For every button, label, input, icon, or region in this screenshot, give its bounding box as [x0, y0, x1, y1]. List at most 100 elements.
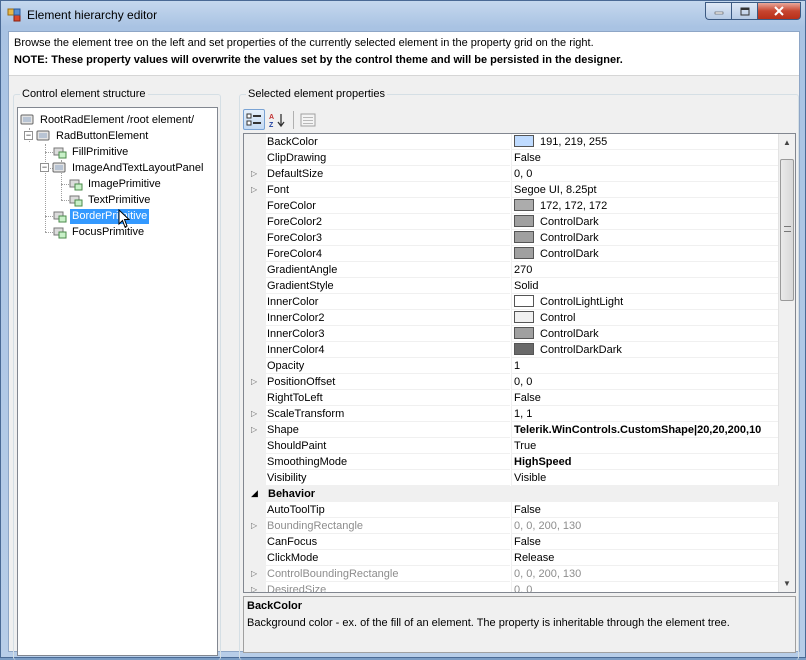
tree-node-label: ImageAndTextLayoutPanel	[72, 161, 204, 174]
property-value[interactable]: 1	[511, 358, 780, 374]
property-row[interactable]: ▷ PositionOffset 0, 0	[244, 374, 780, 390]
property-row[interactable]: InnerColor ControlLightLight	[244, 294, 780, 310]
expand-triangle-icon[interactable]: ▷	[251, 377, 257, 386]
property-row[interactable]: InnerColor4 ControlDarkDark	[244, 342, 780, 358]
property-value[interactable]: True	[511, 438, 780, 454]
property-row[interactable]: GradientStyle Solid	[244, 278, 780, 294]
title-bar[interactable]: Element hierarchy editor	[1, 1, 805, 31]
property-value[interactable]: 191, 219, 255	[511, 134, 780, 150]
property-row[interactable]: InnerColor3 ControlDark	[244, 326, 780, 342]
row-gutter	[244, 534, 266, 550]
property-value[interactable]: 172, 172, 172	[511, 198, 780, 214]
property-value[interactable]: 0, 0, 200, 130	[511, 518, 780, 534]
tree-node[interactable]: RootRadElement /root element/	[20, 112, 196, 128]
tree-node[interactable]: ImagePrimitive	[68, 176, 163, 192]
properties-group: Selected element properties A Z ▷ Desire…	[239, 88, 799, 660]
property-value[interactable]: 270	[511, 262, 780, 278]
property-value[interactable]: Control	[511, 310, 780, 326]
property-row[interactable]: RightToLeft False	[244, 390, 780, 406]
tree-collapse-toggle[interactable]: −	[40, 163, 49, 172]
property-value[interactable]: ControlDark	[511, 230, 780, 246]
property-row[interactable]: ▷ ControlBoundingRectangle 0, 0, 200, 130	[244, 566, 780, 582]
property-value[interactable]: Segoe UI, 8.25pt	[511, 182, 780, 198]
tree-node[interactable]: BorderPrimitive	[52, 208, 150, 224]
property-row[interactable]: Opacity 1	[244, 358, 780, 374]
property-name: DesiredSize	[266, 582, 510, 592]
property-row[interactable]: ▷ ScaleTransform 1, 1	[244, 406, 780, 422]
property-row[interactable]: ShouldPaint True	[244, 438, 780, 454]
property-value[interactable]: Solid	[511, 278, 780, 294]
property-value[interactable]: ControlDarkDark	[511, 342, 780, 358]
tree-collapse-toggle[interactable]: −	[24, 131, 33, 140]
expand-triangle-icon[interactable]: ▷	[251, 169, 257, 178]
property-value[interactable]: Visible	[511, 470, 780, 486]
property-row[interactable]: GradientAngle 270	[244, 262, 780, 278]
categorized-button[interactable]	[243, 109, 265, 130]
expand-triangle-icon[interactable]: ▷	[251, 585, 257, 592]
property-row[interactable]: ClipDrawing False	[244, 150, 780, 166]
property-value[interactable]: 0, 0	[511, 374, 780, 390]
maximize-button[interactable]	[731, 2, 757, 20]
minimize-button[interactable]	[705, 2, 731, 20]
tree-node-label: RadButtonElement	[56, 129, 149, 142]
tree-node[interactable]: TextPrimitive	[68, 192, 152, 208]
property-value[interactable]: False	[511, 150, 780, 166]
row-gutter: ▷	[244, 566, 266, 582]
expand-triangle-icon[interactable]: ▷	[251, 521, 257, 530]
tree-node[interactable]: FillPrimitive	[52, 144, 130, 160]
scroll-up-button[interactable]: ▲	[779, 134, 795, 151]
property-value[interactable]: ControlLightLight	[511, 294, 780, 310]
property-value[interactable]: False	[511, 534, 780, 550]
property-value[interactable]: False	[511, 502, 780, 518]
property-value[interactable]: ControlDark	[511, 326, 780, 342]
property-row[interactable]: ▷ DefaultSize 0, 0	[244, 166, 780, 182]
property-row[interactable]: AutoToolTip False	[244, 502, 780, 518]
property-value[interactable]: 0, 0	[511, 166, 780, 182]
property-grid[interactable]: ▷ DesiredSize 0, 0 ▷ ControlBoundingRectangl…	[243, 133, 796, 593]
property-value[interactable]: False	[511, 390, 780, 406]
property-value[interactable]: Release	[511, 550, 780, 566]
tree-node[interactable]: FocusPrimitive	[52, 224, 146, 240]
property-row[interactable]: ForeColor3 ControlDark	[244, 230, 780, 246]
property-row[interactable]: InnerColor2 Control	[244, 310, 780, 326]
property-value[interactable]: 1, 1	[511, 406, 780, 422]
property-row[interactable]: ▷ Font Segoe UI, 8.25pt	[244, 182, 780, 198]
svg-text:Z: Z	[269, 122, 274, 128]
property-row[interactable]: ForeColor2 ControlDark	[244, 214, 780, 230]
tree-node[interactable]: RadButtonElement	[36, 128, 150, 144]
scroll-thumb[interactable]	[780, 159, 794, 301]
property-row[interactable]: CanFocus False	[244, 534, 780, 550]
property-row[interactable]: ▷ DesiredSize 0, 0	[244, 582, 780, 592]
property-value[interactable]: ControlDark	[511, 214, 780, 230]
property-row[interactable]: ForeColor4 ControlDark	[244, 246, 780, 262]
property-value[interactable]: ControlDark	[511, 246, 780, 262]
property-row[interactable]: ▷ Shape Telerik.WinControls.CustomShape|20…	[244, 422, 780, 438]
property-value-text: HighSpeed	[514, 456, 572, 468]
close-button[interactable]	[757, 2, 801, 20]
expand-triangle-icon[interactable]: ▷	[251, 185, 257, 194]
scroll-down-button[interactable]: ▼	[779, 575, 795, 592]
element-tree[interactable]: RootRadElement /root element/ − RadButtonE…	[17, 107, 218, 656]
property-value[interactable]: HighSpeed	[511, 454, 780, 470]
property-row[interactable]: ▷ BoundingRectangle 0, 0, 200, 130	[244, 518, 780, 534]
property-row[interactable]: ForeColor 172, 172, 172	[244, 198, 780, 214]
expand-triangle-icon[interactable]: ▷	[251, 425, 257, 434]
collapse-triangle-icon[interactable]: ◢	[251, 488, 258, 499]
property-row[interactable]: ClickMode Release	[244, 550, 780, 566]
category-row[interactable]: ◢ Behavior	[244, 486, 780, 502]
property-value[interactable]: 0, 0, 200, 130	[511, 566, 780, 582]
expand-triangle-icon[interactable]: ▷	[251, 569, 257, 578]
property-grid-scrollbar[interactable]: ▲ ▼	[778, 134, 795, 592]
alphabetical-button[interactable]: A Z	[266, 109, 288, 130]
property-row[interactable]: Visibility Visible	[244, 470, 780, 486]
property-pages-button[interactable]	[297, 109, 319, 130]
expand-triangle-icon[interactable]: ▷	[251, 409, 257, 418]
row-gutter	[244, 502, 266, 518]
property-row[interactable]: SmoothingMode HighSpeed	[244, 454, 780, 470]
tree-node[interactable]: ImageAndTextLayoutPanel	[52, 160, 205, 176]
property-value[interactable]: 0, 0	[511, 582, 780, 592]
property-name: ForeColor2	[266, 214, 510, 230]
property-value[interactable]: Telerik.WinControls.CustomShape|20,20,20…	[511, 422, 780, 438]
client-area: Browse the element tree on the left and …	[8, 31, 800, 660]
property-row[interactable]: BackColor 191, 219, 255	[244, 134, 780, 150]
